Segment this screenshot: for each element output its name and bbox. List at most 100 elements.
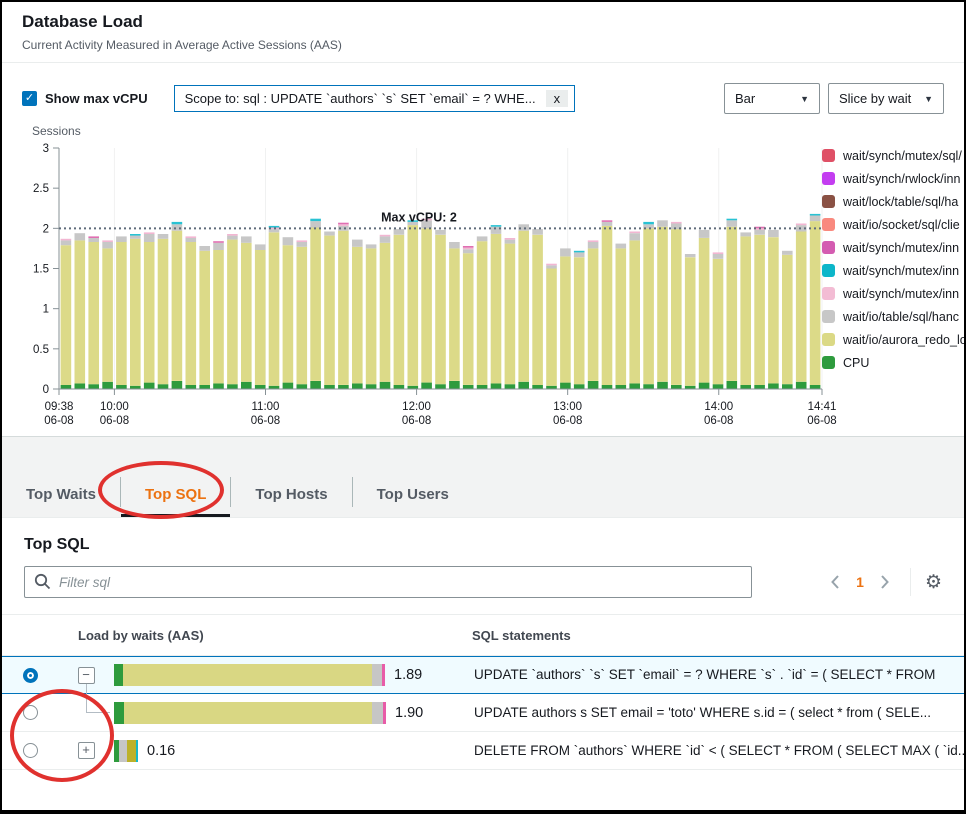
chart-bar-segment[interactable] [477,236,488,241]
chart-bar-segment[interactable] [75,383,86,389]
chart-bar-segment[interactable] [671,222,682,224]
gear-icon[interactable]: ⚙ [925,571,942,594]
chart-bar-segment[interactable] [727,220,738,226]
chart-bar-segment[interactable] [227,236,238,240]
chart-bar-segment[interactable] [546,265,557,268]
chart-bar-segment[interactable] [338,231,349,385]
chart-bar-segment[interactable] [144,234,155,242]
chart-bar-segment[interactable] [727,381,738,389]
chart-bar-segment[interactable] [269,232,280,385]
chart-bar-segment[interactable] [713,252,724,254]
chart-bar-segment[interactable] [227,234,238,236]
chart-bar-segment[interactable] [754,385,765,389]
legend-item[interactable]: wait/io/table/sql/hanc [822,305,964,328]
chart-bar-segment[interactable] [366,384,377,389]
chart-bar-segment[interactable] [366,248,377,384]
sql-statement-link[interactable]: DELETE FROM `authors` WHERE `id` < ( SEL… [474,743,964,760]
chart-bar-segment[interactable] [671,385,682,389]
chart-bar-segment[interactable] [727,219,738,221]
chart-bar-segment[interactable] [269,229,280,232]
chart-bar-segment[interactable] [213,250,224,383]
chart-bar-segment[interactable] [61,245,72,385]
chart-bar-segment[interactable] [352,383,363,389]
legend-item[interactable]: wait/io/socket/sql/clie [822,213,964,236]
row-radio-button[interactable] [23,668,38,683]
chart-bar-segment[interactable] [144,232,155,234]
chart-bar-segment[interactable] [463,246,474,248]
chart-bar-segment[interactable] [713,384,724,389]
chart-bar-segment[interactable] [505,384,516,389]
chart-bar-segment[interactable] [518,231,529,382]
chart-bar-segment[interactable] [435,230,446,235]
chart-bar-segment[interactable] [782,251,793,255]
chart-bar-segment[interactable] [685,254,696,257]
chart-bar-segment[interactable] [297,384,308,389]
chart-bar-segment[interactable] [338,385,349,389]
legend-item[interactable]: wait/synch/mutex/inn [822,236,964,259]
chart-bar-segment[interactable] [463,249,474,253]
chart-bar-segment[interactable] [782,255,793,384]
chart-bar-segment[interactable] [338,223,349,225]
chart-bar-segment[interactable] [310,219,321,221]
chart-bar-segment[interactable] [574,251,585,253]
chart-bar-segment[interactable] [297,242,308,247]
chart-bar-segment[interactable] [518,382,529,389]
chart-bar-segment[interactable] [255,385,266,389]
chart-bar-segment[interactable] [810,214,821,216]
chart-bar-segment[interactable] [283,383,294,389]
chart-bar-segment[interactable] [227,384,238,389]
chart-bar-segment[interactable] [491,234,502,383]
chart-bar-segment[interactable] [213,243,224,250]
legend-item[interactable]: wait/synch/rwlock/inn [822,167,964,190]
chart-bar-segment[interactable] [88,242,99,384]
scope-filter-close-icon[interactable]: x [546,90,569,107]
legend-item[interactable]: wait/lock/table/sql/ha [822,190,964,213]
legend-item[interactable]: wait/synch/mutex/sql/ [822,144,964,167]
chart-bar-segment[interactable] [394,229,405,235]
chart-bar-segment[interactable] [130,239,141,386]
chart-bar-segment[interactable] [61,240,72,245]
chart-bar-segment[interactable] [297,240,308,242]
chart-bar-segment[interactable] [588,381,599,389]
chart-bar-segment[interactable] [699,383,710,389]
chart-bar-segment[interactable] [213,383,224,389]
chart-bar-segment[interactable] [796,224,807,226]
chart-bar-segment[interactable] [491,225,502,227]
chart-bar-segment[interactable] [75,233,86,240]
chart-bar-segment[interactable] [699,238,710,383]
chart-bar-segment[interactable] [116,385,127,389]
chart-bar-segment[interactable] [574,252,585,257]
chart-bar-segment[interactable] [352,247,363,384]
chart-bar-segment[interactable] [435,384,446,389]
chart-bar-segment[interactable] [394,235,405,385]
chart-bar-segment[interactable] [616,385,627,389]
chart-bar-segment[interactable] [685,257,696,386]
chart-bar-segment[interactable] [213,241,224,243]
chart-bar-segment[interactable] [602,385,613,389]
chart-bar-segment[interactable] [366,244,377,248]
legend-item[interactable]: wait/synch/mutex/inn [822,282,964,305]
chart-bar-segment[interactable] [199,385,210,389]
chart-bar-segment[interactable] [643,222,654,224]
chart-bar-segment[interactable] [241,243,252,382]
chart-bar-segment[interactable] [283,237,294,245]
row-radio-button[interactable] [23,743,38,758]
chart-bar-segment[interactable] [574,257,585,384]
chart-bar-segment[interactable] [102,240,113,242]
chart-bar-segment[interactable] [449,381,460,389]
next-page-button[interactable] [874,571,896,593]
chart-bar-segment[interactable] [560,248,571,256]
chart-bar-segment[interactable] [199,246,210,251]
sql-statement-link[interactable]: UPDATE authors s SET email = 'toto' WHER… [474,705,931,722]
table-row[interactable]: 1.90UPDATE authors s SET email = 'toto' … [2,694,964,732]
chart-bar-segment[interactable] [616,248,627,385]
chart-bar-segment[interactable] [116,236,127,242]
show-max-vcpu-checkbox[interactable]: ✓ [22,91,37,106]
chart-bar-segment[interactable] [588,242,599,248]
chart-bar-segment[interactable] [255,244,266,250]
chart-bar-segment[interactable] [130,234,141,236]
expand-row-icon[interactable]: + [78,742,95,759]
chart-bar-segment[interactable] [227,240,238,385]
chart-bar-segment[interactable] [629,240,640,383]
chart-bar-segment[interactable] [380,236,391,242]
